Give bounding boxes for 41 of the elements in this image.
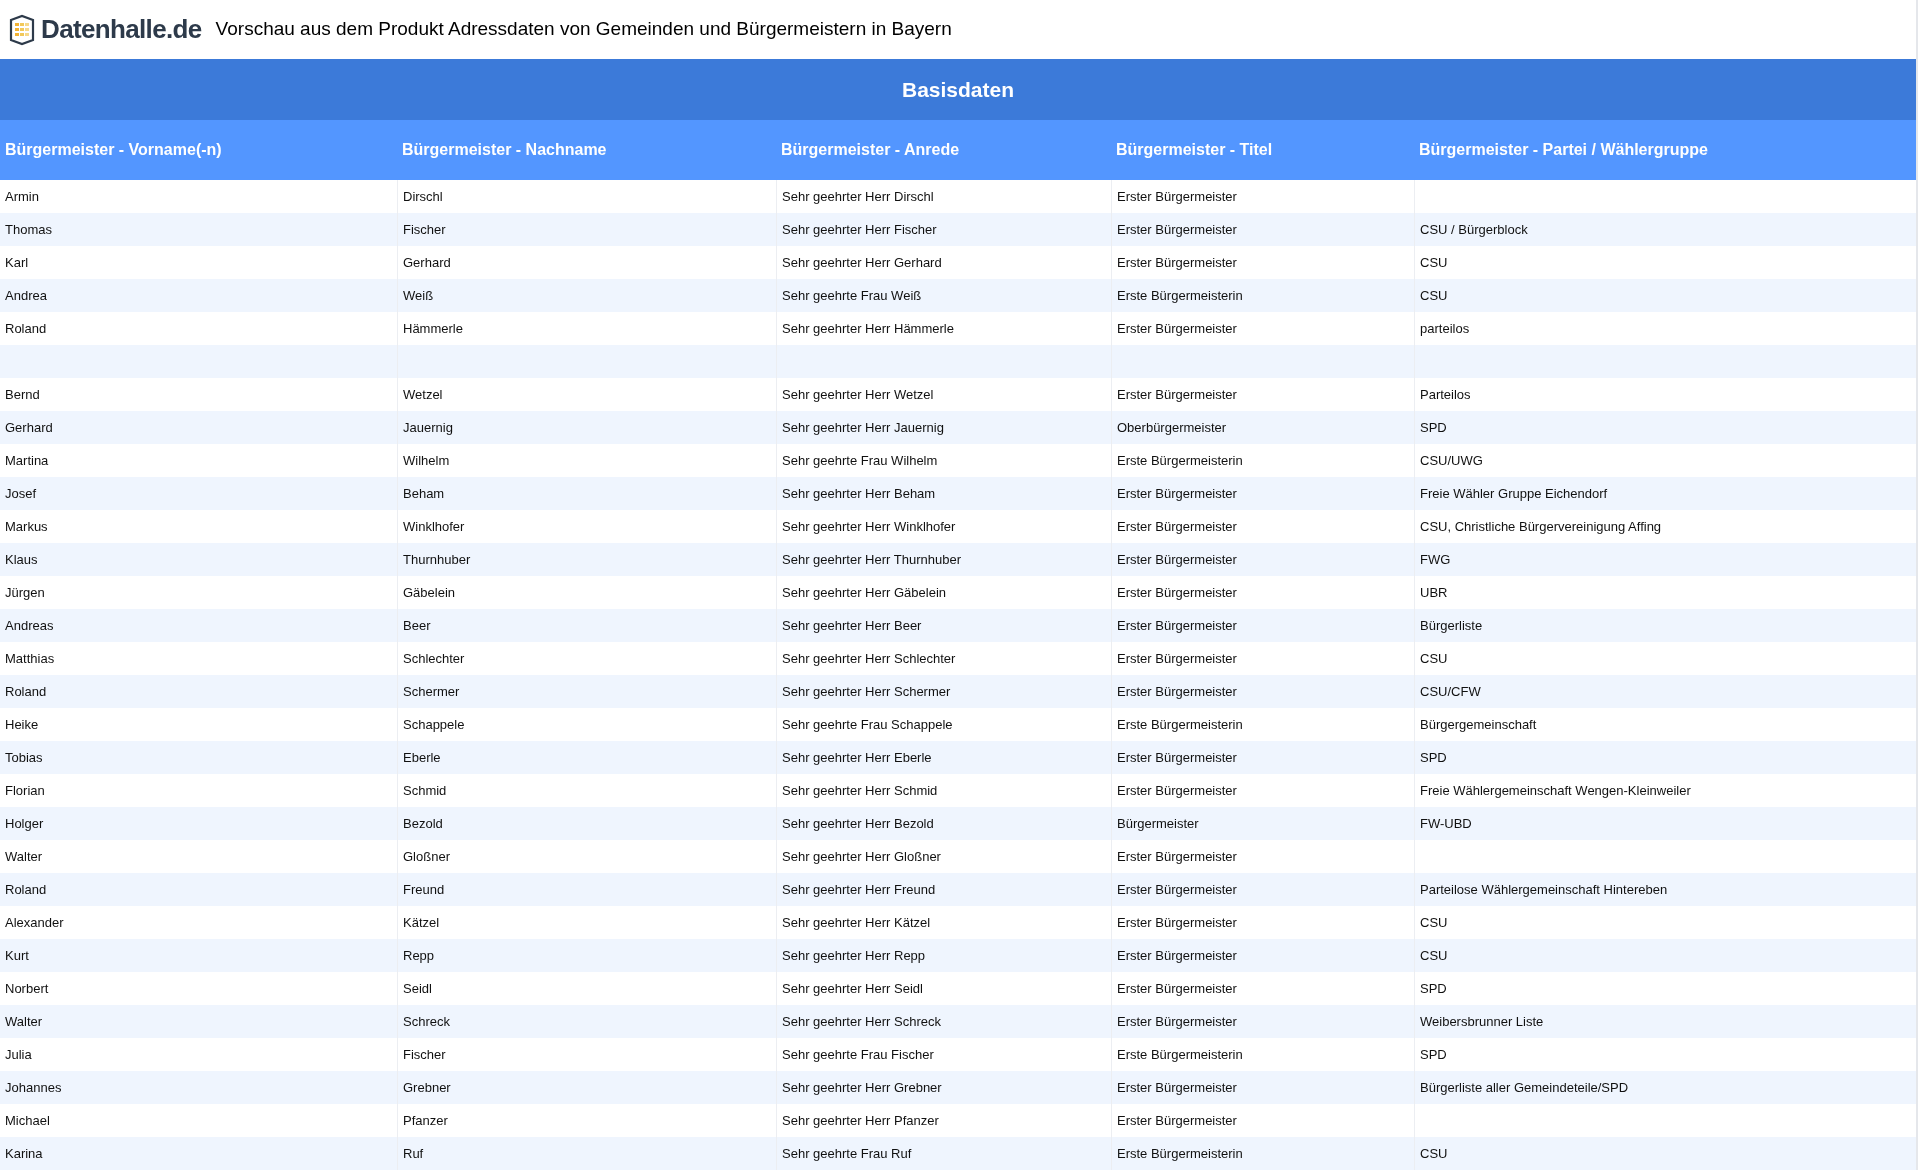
table-cell-text: Johannes <box>4 1078 63 1097</box>
table-cell-text: Josef <box>4 484 38 503</box>
table-cell-text: Jürgen <box>4 583 46 602</box>
logo-text[interactable]: Datenhalle.de <box>41 10 202 49</box>
table-cell-text: Armin <box>4 187 40 206</box>
table-cell-text: Walter <box>4 847 44 866</box>
column-header: Bürgermeister - Partei / Wählergruppe <box>1418 140 1709 160</box>
table-cell-text: Alexander <box>4 913 65 932</box>
table-cell: CSU <box>1414 1137 1916 1170</box>
column-header: Bürgermeister - Nachname <box>401 140 608 160</box>
table-cell-text: Gerhard <box>4 418 54 437</box>
table-cell-text: Karina <box>4 1144 44 1163</box>
table-cell-text: Norbert <box>4 979 50 998</box>
table-cell: Sehr geehrte Frau Ruf <box>776 1137 1111 1170</box>
table-cell-text: Martina <box>4 451 50 470</box>
column-header: Bürgermeister - Anrede <box>780 140 961 160</box>
table-cell-text: Tobias <box>4 748 44 767</box>
table-cell-text: Andreas <box>4 616 55 635</box>
table-cell-text: Karl <box>4 253 30 272</box>
page-title: Vorschau aus dem Produkt Adressdaten von Gemeinden und Bürgermeistern in Bayern <box>215 17 952 42</box>
table-cell-text: Andrea <box>4 286 48 305</box>
table-cell-text: Roland <box>4 880 48 899</box>
table-cell-text: Klaus <box>4 550 39 569</box>
table-cell: Erste Bürgermeisterin <box>1111 1137 1414 1170</box>
table-cell-text: Bernd <box>4 385 41 404</box>
table-cell: Ruf <box>397 1137 776 1170</box>
table-cell-text: Roland <box>4 682 48 701</box>
column-header: Bürgermeister - Titel <box>1115 140 1274 160</box>
group-heading: Basisdaten <box>0 59 1916 120</box>
table-cell-text: Roland <box>4 319 48 338</box>
table-cell-text: Thomas <box>4 220 53 239</box>
table-cell-text: Michael <box>4 1111 51 1130</box>
table-cell-text: Kurt <box>4 946 30 965</box>
table-cell-text: Holger <box>4 814 45 833</box>
column-header: Bürgermeister - Vorname(-n) <box>4 140 223 160</box>
table-cell-text: Walter <box>4 1012 44 1031</box>
table-cell-text: Florian <box>4 781 46 800</box>
table-cell-text: Markus <box>4 517 49 536</box>
table-cell-text: Heike <box>4 715 40 734</box>
table-cell-text: Julia <box>4 1045 33 1064</box>
table-cell-text: Matthias <box>4 649 56 668</box>
